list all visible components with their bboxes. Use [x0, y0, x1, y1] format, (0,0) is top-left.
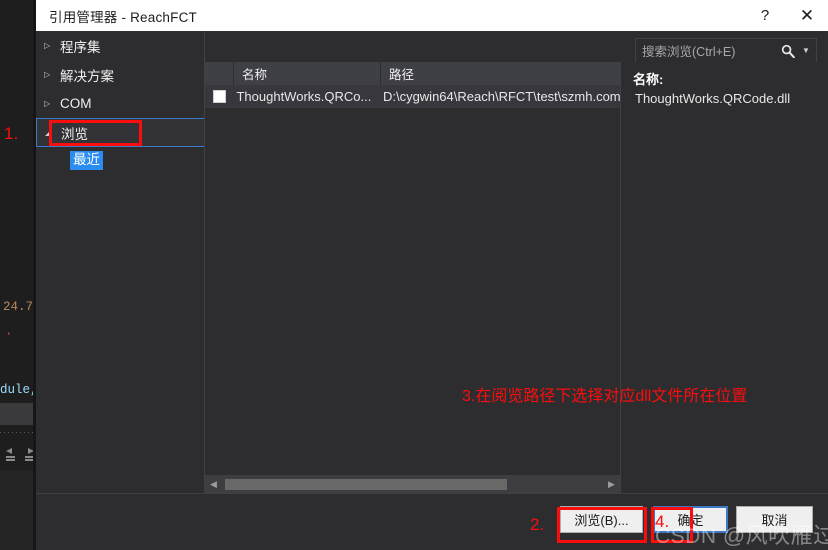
- annotation-step-2-label: 2.: [530, 515, 545, 534]
- search-box[interactable]: 搜索浏览(Ctrl+E) ▼: [635, 38, 817, 63]
- column-header-path[interactable]: 路径: [381, 62, 620, 85]
- annotation-step-2-box: [557, 507, 647, 543]
- dialog-titlebar: 引用管理器 - ReachFCT ? ✕: [36, 0, 828, 31]
- row-name: ThoughtWorks.QRCo...: [236, 89, 372, 104]
- close-icon[interactable]: ✕: [786, 0, 828, 31]
- backdrop-dotted-divider: [0, 432, 36, 433]
- row-checkbox-cell[interactable]: [205, 90, 233, 103]
- watermark-prefix: CSDN: [655, 525, 723, 548]
- sidebar-item-label: 最近: [70, 151, 103, 170]
- list-rows: ThoughtWorks.QRCo... D:\cygwin64\Reach\R…: [205, 85, 620, 475]
- search-input[interactable]: 搜索浏览(Ctrl+E): [636, 41, 777, 60]
- list-header-row: 名称 路径: [205, 62, 620, 85]
- row-path: D:\cygwin64\Reach\RFCT\test\szmh.com\: [382, 89, 620, 104]
- scroll-right-arrow-icon[interactable]: ▶: [603, 475, 620, 494]
- scrollbar-thumb[interactable]: [225, 479, 507, 490]
- sidebar-item-assemblies[interactable]: ▷ 程序集: [36, 31, 205, 60]
- checkbox-icon[interactable]: [212, 90, 226, 103]
- dialog-title: 引用管理器 - ReachFCT: [49, 9, 197, 25]
- dialog-body: 搜索浏览(Ctrl+E) ▼ ▷ 程序集 ▷ 解决方案 ▷ COM ◢ 浏览 最…: [36, 31, 828, 550]
- chevron-down-icon[interactable]: ▼: [799, 46, 816, 55]
- sidebar-item-label: 解决方案: [60, 68, 114, 84]
- help-icon[interactable]: ?: [744, 0, 786, 31]
- reference-manager-dialog: 引用管理器 - ReachFCT ? ✕ 搜索浏览(Ctrl+E) ▼ ▷ 程序…: [36, 0, 828, 550]
- annotation-step-1-label: 1.: [4, 124, 19, 143]
- titlebar-buttons: ? ✕: [744, 0, 828, 31]
- sidebar-tree: ▷ 程序集 ▷ 解决方案 ▷ COM ◢ 浏览 最近: [36, 31, 205, 550]
- backdrop-word-text: dule,: [0, 383, 36, 397]
- csdn-watermark: CSDN @风吹雁过: [655, 518, 828, 550]
- annotation-step-3-text: 3.在阅览路径下选择对应dll文件所在位置: [462, 388, 748, 405]
- sidebar-item-label: 程序集: [60, 39, 101, 55]
- sidebar-item-projects[interactable]: ▷ 解决方案: [36, 60, 205, 89]
- backdrop-red-mark: ·: [5, 327, 13, 341]
- reference-list: 名称 路径 ThoughtWorks.QRCo... D:\cygwin64\R…: [205, 62, 621, 494]
- scrollbar-track[interactable]: [222, 475, 603, 494]
- column-header-name[interactable]: 名称: [234, 62, 381, 85]
- detail-name-value: ThoughtWorks.QRCode.dll: [635, 91, 791, 106]
- watermark-handle: @风吹雁过: [722, 523, 828, 548]
- backdrop-bottom-panel: [0, 470, 36, 550]
- chevron-right-icon[interactable]: ▷: [44, 99, 60, 108]
- editor-backdrop: 24.72 · dule,: [0, 0, 36, 550]
- sidebar-item-label: COM: [60, 96, 92, 111]
- scroll-left-arrow-icon[interactable]: ◀: [205, 475, 222, 494]
- table-row[interactable]: ThoughtWorks.QRCo... D:\cygwin64\Reach\R…: [205, 85, 620, 108]
- step-out-arrow-icon: [6, 448, 15, 461]
- column-header-checkbox[interactable]: [205, 62, 234, 85]
- backdrop-highlight-band: [0, 403, 36, 425]
- sidebar-item-recent[interactable]: 最近: [36, 147, 205, 174]
- search-icon[interactable]: [777, 44, 799, 58]
- chevron-right-icon[interactable]: ▷: [44, 41, 60, 50]
- detail-name-label: 名称:: [633, 72, 664, 87]
- chevron-right-icon[interactable]: ▷: [44, 70, 60, 79]
- detail-pane: 名称: ThoughtWorks.QRCode.dll: [621, 62, 828, 494]
- horizontal-scrollbar[interactable]: ◀ ▶: [205, 475, 620, 494]
- annotation-step-1-box: [49, 120, 142, 146]
- backdrop-number-text: 24.72: [3, 300, 36, 314]
- sidebar-item-com[interactable]: ▷ COM: [36, 89, 205, 118]
